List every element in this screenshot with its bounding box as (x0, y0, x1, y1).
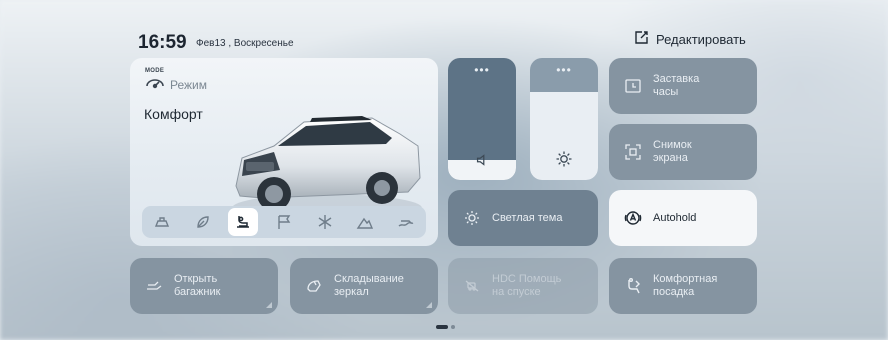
screenshot-icon (623, 142, 643, 162)
mode-snow-button[interactable] (310, 208, 340, 236)
edit-label: Редактировать (656, 32, 746, 47)
comfort-entry-tile[interactable]: Комфортная посадка (609, 258, 757, 314)
fold-mirrors-label: Складывание зеркал (334, 273, 404, 298)
open-trunk-label: Открыть багажник (174, 273, 221, 298)
page-dot-active[interactable] (436, 325, 448, 329)
volume-more-icon[interactable]: ••• (448, 64, 516, 76)
brightness-slider[interactable]: ••• (530, 58, 598, 180)
mode-value: Комфорт (144, 106, 203, 122)
snowflake-icon (318, 215, 331, 229)
mode-heading: MODE Режим (144, 68, 207, 92)
trunk-icon (144, 276, 164, 296)
seat-icon (623, 276, 643, 296)
clock-date: Фев13 , Воскресенье (196, 38, 294, 49)
mode-mountain-button[interactable] (350, 208, 380, 236)
screenshot-tile[interactable]: Снимок экрана (609, 124, 757, 180)
speaker-icon (448, 152, 516, 168)
mode-flag-button[interactable] (269, 208, 299, 236)
hill-descent-icon (462, 276, 482, 296)
tile-corner-icon (426, 302, 432, 308)
mode-leaf-button[interactable] (188, 208, 218, 236)
eco-icon (155, 217, 170, 227)
flag-icon (278, 215, 291, 229)
page-dot[interactable] (451, 325, 455, 329)
autohold-icon (623, 208, 643, 228)
comfort-entry-label: Комфортная посадка (653, 273, 718, 298)
light-theme-label: Светлая тема (492, 211, 563, 224)
screensaver-tile[interactable]: Заставка часы (609, 58, 757, 114)
mode-sand-button[interactable] (391, 208, 421, 236)
sun-icon (530, 150, 598, 168)
fold-mirrors-tile[interactable]: Складывание зеркал (290, 258, 438, 314)
brightness-more-icon[interactable]: ••• (530, 64, 598, 76)
page-indicator[interactable] (436, 325, 455, 329)
mode-label: Режим (170, 78, 207, 92)
hdc-tile[interactable]: HDC Помощь на спуске (448, 258, 598, 314)
edit-button[interactable]: Редактировать (633, 30, 746, 49)
sand-icon (398, 220, 413, 227)
screensaver-icon (623, 76, 643, 96)
leaf-icon (197, 216, 209, 228)
autohold-label: Autohold (653, 211, 697, 224)
hdc-label: HDC Помощь на спуске (492, 273, 562, 298)
open-trunk-tile[interactable]: Открыть багажник (130, 258, 278, 314)
tile-corner-icon (266, 302, 272, 308)
screenshot-label: Снимок экрана (653, 139, 692, 164)
edit-icon (633, 30, 649, 49)
drive-mode-selector[interactable] (142, 206, 426, 238)
screensaver-label: Заставка часы (653, 73, 700, 98)
comfort-seat-icon (237, 216, 250, 228)
mode-icon-caption: MODE (145, 68, 165, 74)
drive-mode-card[interactable]: MODE Режим Комфорт (130, 58, 438, 246)
light-theme-tile[interactable]: Светлая тема (448, 190, 598, 246)
mirror-icon (304, 276, 324, 296)
mode-icon: MODE (144, 68, 166, 92)
mountain-icon (356, 217, 374, 229)
mode-comfort-button[interactable] (228, 208, 259, 236)
mode-eco-button[interactable] (147, 208, 177, 236)
clock-time: 16:59 (138, 32, 187, 53)
autohold-tile[interactable]: Autohold (609, 190, 757, 246)
light-theme-icon (462, 208, 482, 228)
volume-slider[interactable]: ••• (448, 58, 516, 180)
